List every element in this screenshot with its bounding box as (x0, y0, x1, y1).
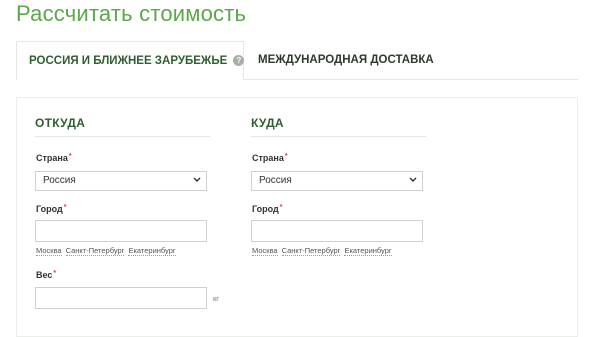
chevron-down-icon (193, 177, 201, 182)
delivery-tabs: РОССИЯ И БЛИЖНЕЕ ЗАРУБЕЖЬЕ? МЕЖДУНАРОДНА… (16, 41, 578, 80)
from-quick-city-ekb[interactable]: Екатеринбург (128, 246, 176, 256)
tab-international[interactable]: МЕЖДУНАРОДНАЯ ДОСТАВКА (258, 41, 434, 79)
from-city-input[interactable] (35, 220, 207, 242)
to-quick-city-moscow[interactable]: Москва (252, 246, 278, 256)
to-country-value: Россия (259, 175, 292, 186)
from-country-label: Страна* (36, 153, 72, 163)
to-city-input[interactable] (251, 220, 423, 242)
to-quick-cities: Москва Санкт-Петербург Екатеринбург (252, 246, 396, 256)
to-country-select[interactable]: Россия (251, 171, 423, 191)
to-quick-city-ekb[interactable]: Екатеринбург (344, 246, 392, 256)
to-title: КУДА (251, 116, 426, 137)
from-quick-city-moscow[interactable]: Москва (36, 246, 62, 256)
weight-label: Вес* (36, 270, 57, 280)
tab-russia-nearby-label: РОССИЯ И БЛИЖНЕЕ ЗАРУБЕЖЬЕ (29, 55, 228, 67)
weight-unit: кг (213, 294, 220, 303)
from-quick-city-spb[interactable]: Санкт-Петербург (65, 246, 125, 256)
to-country-label: Страна* (252, 153, 288, 163)
from-quick-cities: Москва Санкт-Петербург Екатеринбург (36, 246, 180, 256)
from-country-value: Россия (43, 175, 76, 186)
tab-international-label: МЕЖДУНАРОДНАЯ ДОСТАВКА (258, 54, 434, 66)
from-title: ОТКУДА (35, 116, 210, 137)
from-country-select[interactable]: Россия (35, 171, 207, 191)
to-city-label: Город* (252, 204, 283, 214)
page-title: Рассчитать стоимость (16, 1, 247, 26)
to-quick-city-spb[interactable]: Санкт-Петербург (281, 246, 341, 256)
tab-russia-nearby[interactable]: РОССИЯ И БЛИЖНЕЕ ЗАРУБЕЖЬЕ? (16, 41, 245, 80)
from-city-label: Город* (36, 204, 67, 214)
chevron-down-icon (409, 177, 417, 182)
calculator-panel: ОТКУДА Страна* Россия Город* Москва Санкт… (16, 97, 578, 337)
help-icon[interactable]: ? (233, 55, 245, 66)
weight-input[interactable] (35, 287, 207, 309)
